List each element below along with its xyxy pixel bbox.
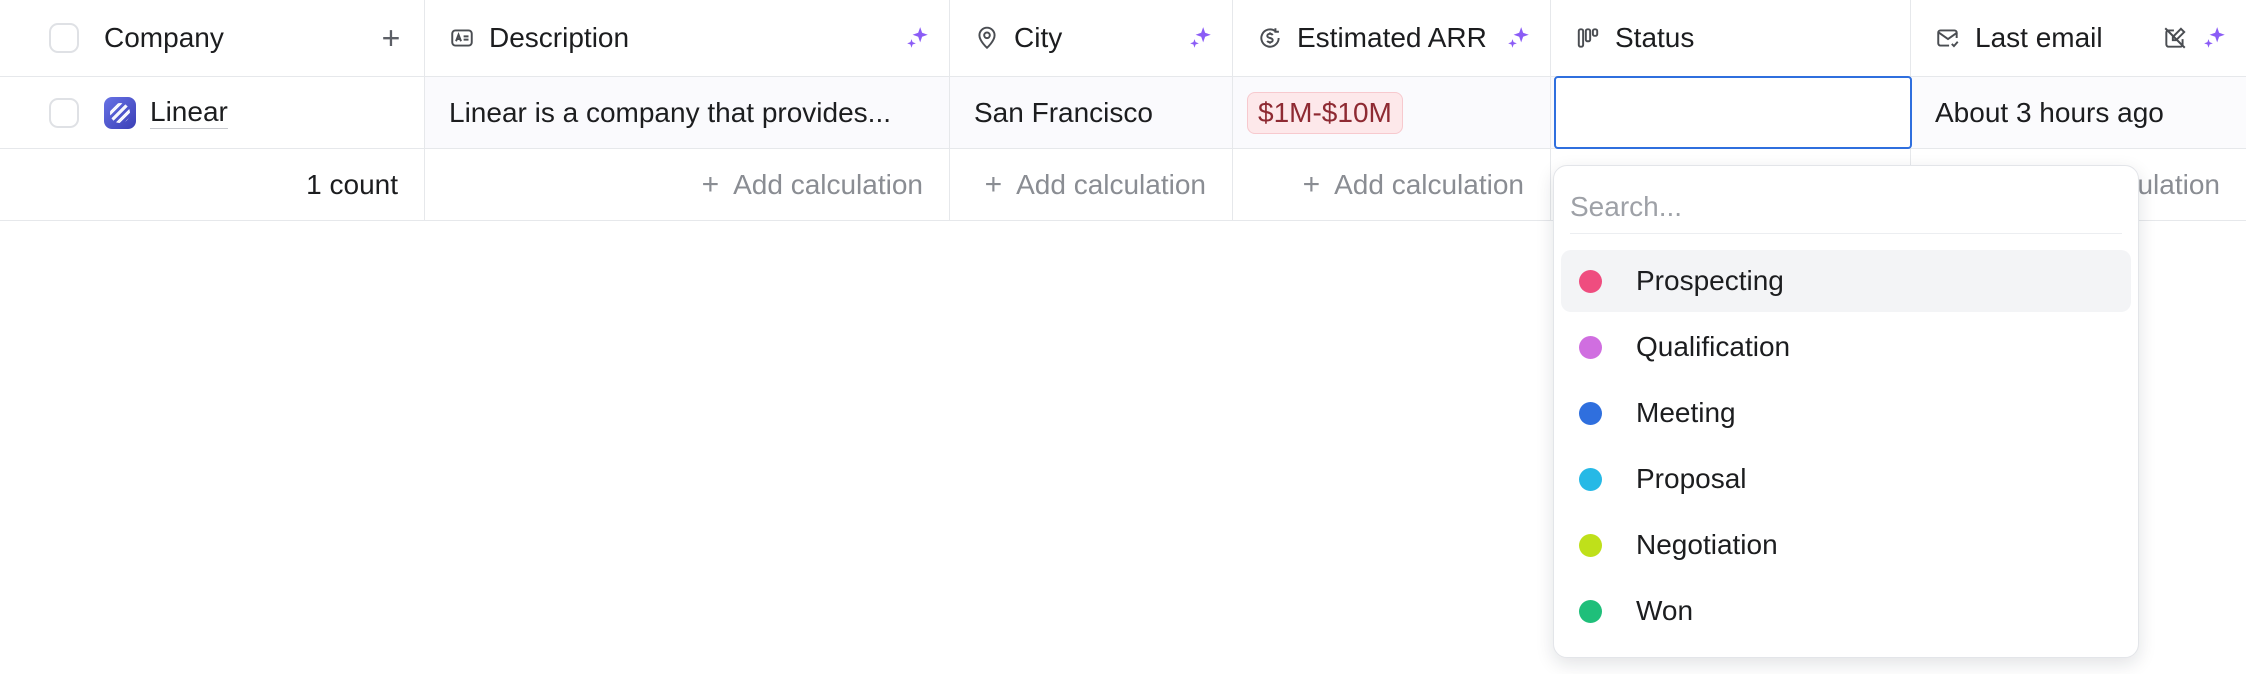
status-cell-editor[interactable] — [1554, 76, 1912, 149]
plus-icon: + — [984, 167, 1003, 201]
ai-sparkle-icon[interactable] — [1188, 25, 1214, 51]
status-dot-icon — [1579, 269, 1602, 293]
status-option-meeting[interactable]: Meeting — [1561, 382, 2131, 444]
add-calculation-estimated-arr[interactable]: + Add calculation — [1233, 149, 1551, 220]
select-all-checkbox[interactable] — [49, 23, 79, 53]
footer-count-cell[interactable]: 1 count — [0, 149, 425, 220]
arr-badge: $1M-$10M — [1247, 91, 1403, 134]
add-calculation-label-partial: ulation — [2137, 168, 2220, 200]
cell-company[interactable]: Linear — [0, 77, 425, 148]
status-option-proposal[interactable]: Proposal — [1561, 448, 2131, 510]
add-calculation-description[interactable]: + Add calculation — [425, 149, 950, 220]
status-dot-icon — [1579, 335, 1602, 359]
column-label-status: Status — [1615, 22, 1695, 53]
cell-last-email[interactable]: About 3 hours ago — [1911, 77, 2246, 148]
company-logo-icon — [104, 96, 136, 129]
column-label-city: City — [1014, 22, 1063, 53]
plus-icon[interactable]: + — [376, 20, 406, 57]
ai-sparkle-icon[interactable] — [905, 25, 931, 51]
cell-description[interactable]: Linear is a company that provides... — [425, 77, 950, 148]
status-option-won[interactable]: Won — [1561, 580, 2131, 642]
kanban-icon — [1575, 25, 1601, 51]
row-select-checkbox[interactable] — [49, 98, 79, 128]
row-count-label: 1 count — [306, 168, 398, 200]
status-option-label: Qualification — [1636, 331, 1791, 362]
company-name-link[interactable]: Linear — [150, 96, 228, 129]
add-calculation-label: Add calculation — [1334, 168, 1524, 200]
status-dot-icon — [1579, 467, 1602, 491]
column-header-city[interactable]: City — [950, 0, 1233, 76]
plus-icon: + — [701, 167, 720, 201]
table-header-row: Company + Description City Estimated ARR — [0, 0, 2246, 77]
text-card-icon — [449, 25, 475, 51]
status-option-label: Won — [1636, 595, 1694, 626]
plus-icon: + — [1302, 167, 1321, 201]
status-option-label: Prospecting — [1636, 265, 1784, 296]
status-dot-icon — [1579, 401, 1602, 425]
status-options-list: Prospecting Qualification Meeting Propos… — [1561, 250, 2131, 646]
mail-icon — [1935, 25, 1961, 51]
ai-sparkle-icon[interactable] — [1506, 25, 1532, 51]
status-option-prospecting[interactable]: Prospecting — [1561, 250, 2131, 312]
column-label-description: Description — [489, 22, 630, 53]
description-value: Linear is a company that provides... — [449, 96, 892, 128]
column-header-last-email[interactable]: Last email — [1911, 0, 2246, 76]
add-calculation-label: Add calculation — [1016, 168, 1206, 200]
status-option-label: Proposal — [1636, 463, 1747, 494]
currency-cycle-icon — [1257, 25, 1283, 51]
last-email-value: About 3 hours ago — [1935, 96, 2164, 128]
column-header-company[interactable]: Company + — [0, 0, 425, 76]
column-label-company: Company — [104, 22, 224, 53]
map-pin-icon — [974, 25, 1000, 51]
column-header-estimated-arr[interactable]: Estimated ARR — [1233, 0, 1551, 76]
status-option-negotiation[interactable]: Negotiation — [1561, 514, 2131, 576]
status-dot-icon — [1579, 599, 1602, 623]
status-dot-icon — [1579, 533, 1602, 557]
edit-off-icon[interactable] — [2162, 25, 2188, 51]
cell-city[interactable]: San Francisco — [950, 77, 1233, 148]
column-label-last-email: Last email — [1975, 22, 2103, 53]
status-option-label: Meeting — [1636, 397, 1736, 428]
column-header-status[interactable]: Status — [1551, 0, 1911, 76]
add-calculation-city[interactable]: + Add calculation — [950, 149, 1233, 220]
city-value: San Francisco — [974, 96, 1153, 128]
status-option-label: Negotiation — [1636, 529, 1778, 560]
status-search-input[interactable] — [1570, 180, 2122, 234]
ai-sparkle-icon[interactable] — [2202, 25, 2228, 51]
column-label-estimated-arr: Estimated ARR — [1297, 22, 1487, 53]
add-calculation-label: Add calculation — [733, 168, 923, 200]
status-dropdown: Prospecting Qualification Meeting Propos… — [1553, 165, 2139, 658]
cell-estimated-arr[interactable]: $1M-$10M — [1233, 77, 1551, 148]
column-header-description[interactable]: Description — [425, 0, 950, 76]
status-option-qualification[interactable]: Qualification — [1561, 316, 2131, 378]
